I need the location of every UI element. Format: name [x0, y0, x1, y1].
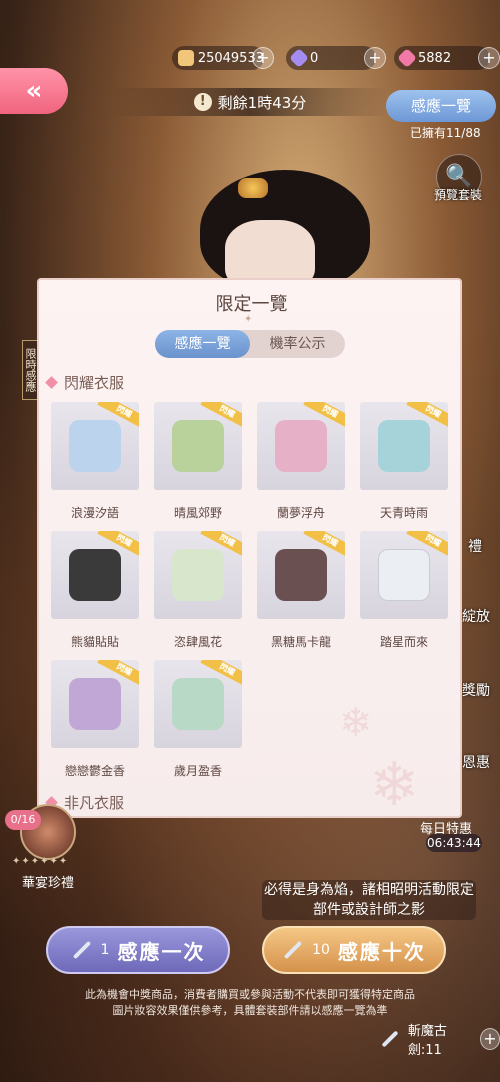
item-card[interactable]: 閃耀 浪漫汐語: [51, 402, 141, 522]
limited-event-tab[interactable]: 限時感應: [22, 340, 38, 400]
pink-diamond-icon: [397, 48, 417, 68]
section-title: 閃耀衣服: [64, 374, 125, 392]
add-pink-diamond-button[interactable]: +: [478, 47, 500, 69]
item-name: 歲月盈香: [173, 764, 222, 778]
back-button[interactable]: «: [0, 68, 68, 114]
item-thumbnail: 閃耀: [154, 531, 242, 619]
draw-once-button[interactable]: 1 感應一次: [46, 926, 230, 974]
modal-tabs: 感應一覽 機率公示: [155, 330, 345, 358]
outfit-icon: [69, 420, 121, 472]
daily-deal-timer: 06:43:44: [426, 834, 482, 852]
gold-currency: 25049533 +: [172, 46, 274, 70]
gold-icon: [178, 50, 194, 66]
right-label-gift[interactable]: 禮: [468, 536, 482, 556]
sword-icon: [283, 940, 303, 960]
draw-ten-label: 感應十次: [337, 939, 426, 964]
modal-title: 限定一覽: [215, 294, 288, 315]
item-name: 黑糖馬卡龍: [270, 635, 331, 649]
draw-once-label: 感應一次: [117, 939, 206, 964]
exclamation-icon: !: [193, 93, 212, 111]
purple-diamond-icon: [289, 48, 309, 68]
draw-ten-button[interactable]: 10 感應十次: [262, 926, 446, 974]
disclaimer-line-1: 此為機會中獎商品，消費者購買或參與活動不代表即可獲得特定商品: [85, 988, 415, 1001]
item-name: 晴風郊野: [173, 506, 222, 520]
bag-icon: [69, 678, 121, 730]
item-thumbnail: 閃耀: [360, 402, 448, 490]
skirt-icon: [172, 420, 224, 472]
item-thumbnail: 閃耀: [51, 402, 139, 490]
draw-ten-cost: 10: [312, 942, 330, 958]
pink-diamond-value: 5882: [418, 50, 452, 66]
section-header-shining: 閃耀衣服: [45, 372, 125, 393]
purple-diamond-currency: 0 +: [286, 46, 386, 70]
add-gold-button[interactable]: +: [252, 47, 274, 69]
item-card[interactable]: 閃耀 黑糖馬卡龍: [257, 531, 347, 651]
item-thumbnail: 閃耀: [257, 402, 345, 490]
hairpin-icon: [275, 420, 327, 472]
disclaimer-line-2: 圖片妝容效果僅供參考，具體套裝部件請以感應一覽為準: [112, 1004, 388, 1017]
purple-diamond-value: 0: [310, 50, 319, 66]
item-card[interactable]: 閃耀 晴風郊野: [154, 402, 244, 522]
sneakers-icon: [69, 549, 121, 601]
item-name: 戀戀鬱金香: [64, 764, 125, 778]
diamond-bullet-icon: [45, 376, 58, 389]
event-timer: ! 剩餘1時43分: [112, 88, 388, 116]
sword-count-label: 斬魔古劍:11: [407, 1024, 447, 1058]
limited-list-modal: ❄ ❄ 限定一覽 ✦ 感應一覽 機率公示 閃耀衣服 閃耀 浪漫汐語 閃耀 晴風郊…: [37, 278, 462, 818]
top-icon: [378, 420, 430, 472]
item-name: 熊貓貼貼: [70, 635, 119, 649]
gift-label: 華宴珍禮: [22, 876, 75, 891]
draw-once-cost: 1: [100, 942, 110, 958]
add-purple-diamond-button[interactable]: +: [364, 47, 386, 69]
hair-ornament: [238, 178, 268, 198]
right-label-favor[interactable]: 恩惠: [462, 752, 490, 772]
preview-outfit-label: 預覽套裝: [434, 188, 483, 202]
item-thumbnail: 閃耀: [154, 402, 242, 490]
gift-progress-badge: 0/16: [5, 810, 41, 830]
item-card[interactable]: 閃耀 熊貓貼貼: [51, 531, 141, 651]
bag-icon: [172, 678, 224, 730]
item-card[interactable]: 閃耀 踏星而來: [360, 531, 450, 651]
item-card[interactable]: 閃耀 蘭夢浮舟: [257, 402, 347, 522]
item-thumbnail: 閃耀: [154, 660, 242, 748]
snowflake-decoration: ❄: [369, 750, 420, 818]
item-name: 天青時雨: [379, 506, 428, 520]
sword-icon: [72, 940, 91, 960]
timer-label: 剩餘1時43分: [217, 93, 307, 112]
tab-collection[interactable]: 感應一覽: [155, 330, 250, 358]
item-card[interactable]: 閃耀 戀戀鬱金香: [51, 660, 141, 780]
star-rating-icon: ✦✦✦✦✦✦: [12, 856, 69, 867]
item-thumbnail: 閃耀: [51, 531, 139, 619]
item-card[interactable]: 閃耀 歲月盈香: [154, 660, 244, 780]
item-name: 恣肆風花: [173, 635, 222, 649]
collection-button[interactable]: 感應一覽: [386, 90, 496, 122]
add-sword-button[interactable]: +: [479, 1028, 500, 1050]
dress-icon: [172, 549, 224, 601]
right-label-reward[interactable]: 獎勵: [462, 680, 490, 700]
sword-inventory: 斬魔古劍:11 +: [380, 1024, 500, 1058]
item-name: 浪漫汐語: [70, 506, 119, 520]
item-name: 蘭夢浮舟: [276, 506, 325, 520]
owned-count: 已擁有11/88: [410, 126, 481, 140]
star-decoration-icon: ✦: [244, 314, 253, 325]
guarantee-banner: 必得是身為焰，諸相昭明活動限定部件或設計師之影: [262, 880, 476, 920]
heels-icon: [378, 549, 430, 601]
purse-icon: [275, 549, 327, 601]
item-thumbnail: 閃耀: [360, 531, 448, 619]
right-label-bloom[interactable]: 綻放: [462, 606, 490, 626]
tab-probability[interactable]: 機率公示: [250, 330, 345, 358]
sword-icon: [381, 1030, 399, 1048]
pink-diamond-currency: 5882 +: [394, 46, 500, 70]
item-card[interactable]: 閃耀 天青時雨: [360, 402, 450, 522]
item-name: 踏星而來: [379, 635, 428, 649]
section-title: 非凡衣服: [64, 794, 125, 812]
item-thumbnail: 閃耀: [257, 531, 345, 619]
item-thumbnail: 閃耀: [51, 660, 139, 748]
item-card[interactable]: 閃耀 恣肆風花: [154, 531, 244, 651]
snowflake-decoration: ❄: [339, 700, 373, 746]
